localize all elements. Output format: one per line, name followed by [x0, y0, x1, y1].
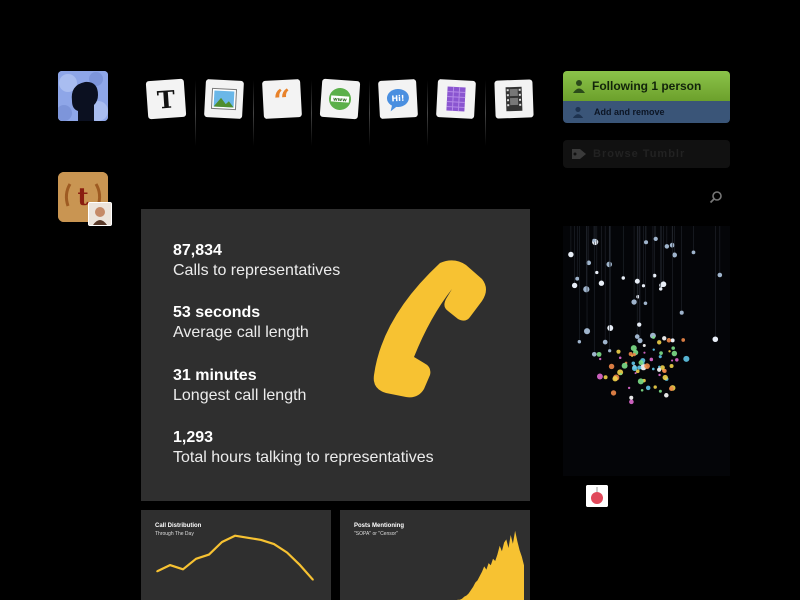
stat-item: 87,834 Calls to representatives [173, 241, 340, 281]
data-point [299, 564, 301, 566]
video-post-button[interactable] [485, 70, 543, 146]
user-silhouette-icon [58, 71, 108, 121]
stat-item: 1,293 Total hours talking to representat… [173, 428, 434, 468]
search-icon [709, 191, 722, 204]
stat-value: 31 minutes [173, 367, 257, 384]
link-post-icon: www [329, 88, 351, 110]
svg-text:T: T [156, 84, 176, 114]
person-add-icon [572, 106, 584, 118]
link-post-button[interactable]: www [311, 70, 369, 146]
series-area [457, 530, 524, 600]
quote-post-button[interactable]: “ [253, 70, 311, 146]
chat-post-button[interactable]: Hi! [369, 70, 427, 146]
post-type-toolbar: T “ www Hi! [137, 70, 547, 152]
infographic-post: 87,834 Calls to representatives 53 secon… [141, 209, 530, 501]
person-icon [573, 80, 585, 93]
stat-item: 31 minutes Longest call length [173, 366, 306, 406]
stat-value: 1,293 [173, 429, 214, 446]
photo-post-icon [210, 87, 238, 111]
data-point [273, 543, 275, 545]
audio-post-icon [446, 86, 466, 112]
light-installation-image [568, 226, 723, 405]
search-button[interactable] [709, 190, 725, 206]
data-point [169, 564, 171, 566]
following-label: Following 1 person [592, 79, 702, 93]
line-plot [156, 534, 314, 581]
balloon-avatar-icon [586, 485, 608, 507]
stat-label: Calls to representatives [173, 262, 341, 279]
user-avatar[interactable] [58, 71, 108, 121]
svg-text:t: t [77, 182, 88, 211]
stat-label: Longest call length [173, 387, 307, 404]
stat-value: 53 seconds [173, 304, 261, 321]
sidebar-photo[interactable] [563, 226, 730, 476]
mini-avatar[interactable] [88, 202, 112, 226]
phone-handset-icon [373, 260, 486, 398]
radar-blog-avatar[interactable] [586, 485, 608, 507]
following-button[interactable]: Following 1 person [563, 71, 730, 101]
data-point [234, 534, 236, 537]
data-point [208, 553, 210, 556]
stat-label: Average call length [173, 324, 309, 341]
area-plot [457, 530, 524, 600]
quote-post-icon: “ [273, 84, 292, 115]
person-photo-icon [89, 203, 111, 225]
svg-text:“: “ [273, 84, 292, 115]
browse-tags-label: Browse Tumblr [593, 148, 686, 160]
data-point [312, 579, 314, 581]
data-point [182, 568, 184, 571]
data-point [260, 539, 262, 541]
audio-post-button[interactable] [427, 70, 485, 146]
stat-value: 87,834 [173, 242, 222, 259]
stat-label: Total hours talking to representatives [173, 449, 434, 466]
text-post-icon: T [156, 84, 176, 114]
series-line [156, 534, 314, 581]
svg-text:Hi!: Hi! [391, 94, 405, 104]
text-post-button[interactable]: T [137, 70, 195, 146]
chat-post-icon: Hi! [386, 88, 409, 112]
tag-icon [572, 149, 586, 159]
data-point [195, 558, 197, 560]
browse-tags-button[interactable]: Browse Tumblr [563, 140, 730, 168]
call-distribution-chart: Call Distribution Through The Day [141, 510, 331, 600]
stat-item: 53 seconds Average call length [173, 303, 309, 343]
svg-text:www: www [333, 97, 348, 104]
add-remove-label: Add and remove [594, 107, 665, 117]
posts-mentioning-chart: Posts Mentioning "SOPA" or "Censor" [340, 510, 530, 600]
data-point [286, 551, 288, 554]
video-post-icon [505, 86, 523, 112]
data-point [156, 570, 158, 573]
photo-post-button[interactable] [195, 70, 253, 146]
data-point [247, 537, 249, 539]
data-point [221, 541, 223, 543]
add-remove-button[interactable]: Add and remove [563, 101, 730, 123]
